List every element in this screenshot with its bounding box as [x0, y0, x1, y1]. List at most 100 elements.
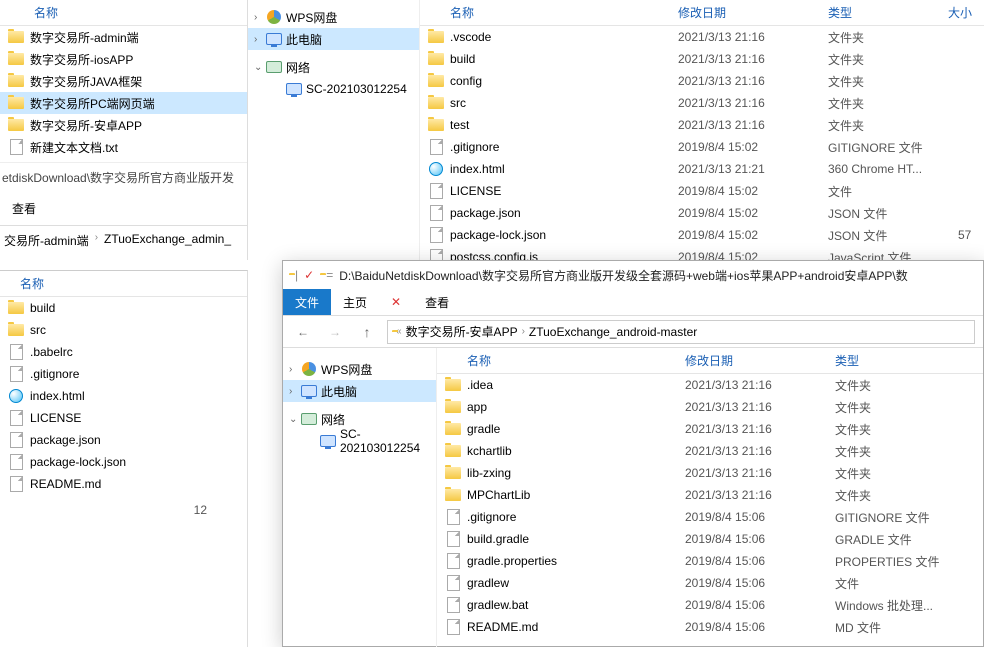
list-item[interactable]: gradlew.bat2019/8/4 15:06Windows 批处理... — [437, 594, 983, 616]
list-item[interactable]: app2021/3/13 21:16文件夹 — [437, 396, 983, 418]
file-icon — [447, 531, 460, 547]
list-item[interactable]: build — [0, 297, 247, 319]
list-item[interactable]: .gitignore2019/8/4 15:02GITIGNORE 文件 — [420, 136, 984, 158]
crumb[interactable]: 交易所-admin端 — [4, 232, 89, 249]
up-button[interactable]: ↑ — [355, 320, 379, 344]
list-item[interactable]: 数字交易所-admin端 — [0, 26, 247, 48]
chevron-icon[interactable]: ⌄ — [289, 414, 301, 425]
list-item[interactable]: README.md — [0, 473, 247, 495]
chevron-icon[interactable]: › — [289, 364, 301, 375]
tree-item[interactable]: ›WPS网盘 — [248, 6, 419, 28]
col-size[interactable]: 大小 — [948, 4, 972, 21]
chevron-icon[interactable]: › — [289, 386, 301, 397]
list-item[interactable]: LICENSE2019/8/4 15:02文件 — [420, 180, 984, 202]
list-item[interactable]: gradle.properties2019/8/4 15:06PROPERTIE… — [437, 550, 983, 572]
crumb[interactable]: ZTuoExchange_android-master — [529, 325, 697, 339]
list-item[interactable]: .babelrc — [0, 341, 247, 363]
item-type: 文件夹 — [835, 377, 975, 394]
tree-item[interactable]: SC-202103012254 — [248, 78, 419, 100]
list-item[interactable]: build.gradle2019/8/4 15:06GRADLE 文件 — [437, 528, 983, 550]
list-item[interactable]: package-lock.json2019/8/4 15:02JSON 文件57 — [420, 224, 984, 246]
item-type: Windows 批处理... — [835, 597, 975, 614]
item-name: kchartlib — [467, 444, 685, 458]
forward-button[interactable]: → — [323, 320, 347, 344]
list-item[interactable]: gradle2021/3/13 21:16文件夹 — [437, 418, 983, 440]
column-header[interactable]: 名称 — [0, 0, 247, 26]
col-date[interactable]: 修改日期 — [678, 4, 828, 21]
list-item[interactable]: index.html — [0, 385, 247, 407]
item-name: LICENSE — [30, 411, 230, 425]
folder-icon — [428, 53, 444, 65]
chevron-icon[interactable]: ⌄ — [254, 62, 266, 73]
item-type: 文件夹 — [835, 399, 975, 416]
list-item[interactable]: kchartlib2021/3/13 21:16文件夹 — [437, 440, 983, 462]
chevron-right-icon: › — [95, 232, 98, 249]
address-bar: ← → ↑ « 数字交易所-安卓APP › ZTuoExchange_andro… — [283, 316, 983, 348]
item-name: MPChartLib — [467, 488, 685, 502]
crumb[interactable]: 数字交易所-安卓APP — [406, 323, 518, 340]
list-item[interactable]: gradlew2019/8/4 15:06文件 — [437, 572, 983, 594]
list-item[interactable]: 数字交易所PC端网页端 — [0, 92, 247, 114]
list-item[interactable]: .idea2021/3/13 21:16文件夹 — [437, 374, 983, 396]
item-name: .idea — [467, 378, 685, 392]
tree-item[interactable]: ⌄网络 — [248, 56, 419, 78]
crumb[interactable]: ZTuoExchange_admin_ — [104, 232, 231, 249]
tree-item[interactable]: ›WPS网盘 — [283, 358, 436, 380]
list-item[interactable]: lib-zxing2021/3/13 21:16文件夹 — [437, 462, 983, 484]
item-date: 2021/3/13 21:16 — [678, 118, 828, 132]
column-header[interactable]: 名称 修改日期 类型 — [437, 348, 983, 374]
list-item[interactable]: config2021/3/13 21:16文件夹 — [420, 70, 984, 92]
list-item[interactable]: .gitignore2019/8/4 15:06GITIGNORE 文件 — [437, 506, 983, 528]
folder-icon — [8, 97, 24, 109]
close-tab-icon[interactable]: ✕ — [379, 289, 413, 315]
chevron-icon[interactable]: › — [254, 34, 266, 45]
tree-item[interactable]: › 此电脑 — [248, 28, 419, 50]
list-item[interactable]: index.html2021/3/13 21:21360 Chrome HT..… — [420, 158, 984, 180]
list-item[interactable]: MPChartLib2021/3/13 21:16文件夹 — [437, 484, 983, 506]
column-header[interactable]: 名称 — [0, 271, 247, 297]
item-name: src — [30, 323, 230, 337]
tab-file[interactable]: 文件 — [283, 289, 331, 315]
column-header[interactable]: 名称 修改日期 类型 大小 — [420, 0, 984, 26]
view-tab[interactable]: 查看 — [0, 192, 247, 225]
tab-home[interactable]: 主页 — [331, 289, 379, 315]
tree-item[interactable]: SC-202103012254 — [283, 430, 436, 452]
back-button[interactable]: ← — [291, 320, 315, 344]
item-type: 文件 — [835, 575, 975, 592]
list-item[interactable]: .gitignore — [0, 363, 247, 385]
file-icon — [10, 366, 23, 382]
list-item[interactable]: src — [0, 319, 247, 341]
list-item[interactable]: package-lock.json — [0, 451, 247, 473]
tab-view[interactable]: 查看 — [413, 289, 461, 315]
computer-icon — [266, 33, 282, 45]
list-item[interactable]: build2021/3/13 21:16文件夹 — [420, 48, 984, 70]
list-item[interactable]: README.md2019/8/4 15:06MD 文件 — [437, 616, 983, 638]
chevron-icon[interactable]: › — [254, 12, 266, 23]
col-type[interactable]: 类型 — [835, 352, 859, 369]
item-name: gradlew — [467, 576, 685, 590]
tree-label: 此电脑 — [286, 31, 322, 48]
list-item[interactable]: package.json — [0, 429, 247, 451]
col-name[interactable]: 名称 — [8, 275, 44, 292]
list-item[interactable]: src2021/3/13 21:16文件夹 — [420, 92, 984, 114]
col-date[interactable]: 修改日期 — [685, 352, 835, 369]
item-name: build — [450, 52, 678, 66]
list-item[interactable]: 数字交易所JAVA框架 — [0, 70, 247, 92]
list-item[interactable]: LICENSE — [0, 407, 247, 429]
col-name[interactable]: 名称 — [8, 4, 58, 21]
list-item[interactable]: 数字交易所-iosAPP — [0, 48, 247, 70]
window-titlebar[interactable]: | ✓ = D:\BaiduNetdiskDownload\数字交易所官方商业版… — [283, 261, 983, 289]
breadcrumb-bar[interactable]: « 数字交易所-安卓APP › ZTuoExchange_android-mas… — [387, 320, 975, 344]
list-item[interactable]: .vscode2021/3/13 21:16文件夹 — [420, 26, 984, 48]
item-type: 文件夹 — [835, 465, 975, 482]
col-type[interactable]: 类型 — [828, 4, 948, 21]
col-name[interactable]: 名称 — [445, 352, 685, 369]
list-item[interactable]: 数字交易所-安卓APP — [0, 114, 247, 136]
col-name[interactable]: 名称 — [428, 4, 678, 21]
list-item[interactable]: 新建文本文档.txt — [0, 136, 247, 158]
item-type: 文件夹 — [835, 443, 975, 460]
list-item[interactable]: test2021/3/13 21:16文件夹 — [420, 114, 984, 136]
tree-item[interactable]: ›此电脑 — [283, 380, 436, 402]
list-item[interactable]: package.json2019/8/4 15:02JSON 文件 — [420, 202, 984, 224]
item-name: test — [450, 118, 678, 132]
